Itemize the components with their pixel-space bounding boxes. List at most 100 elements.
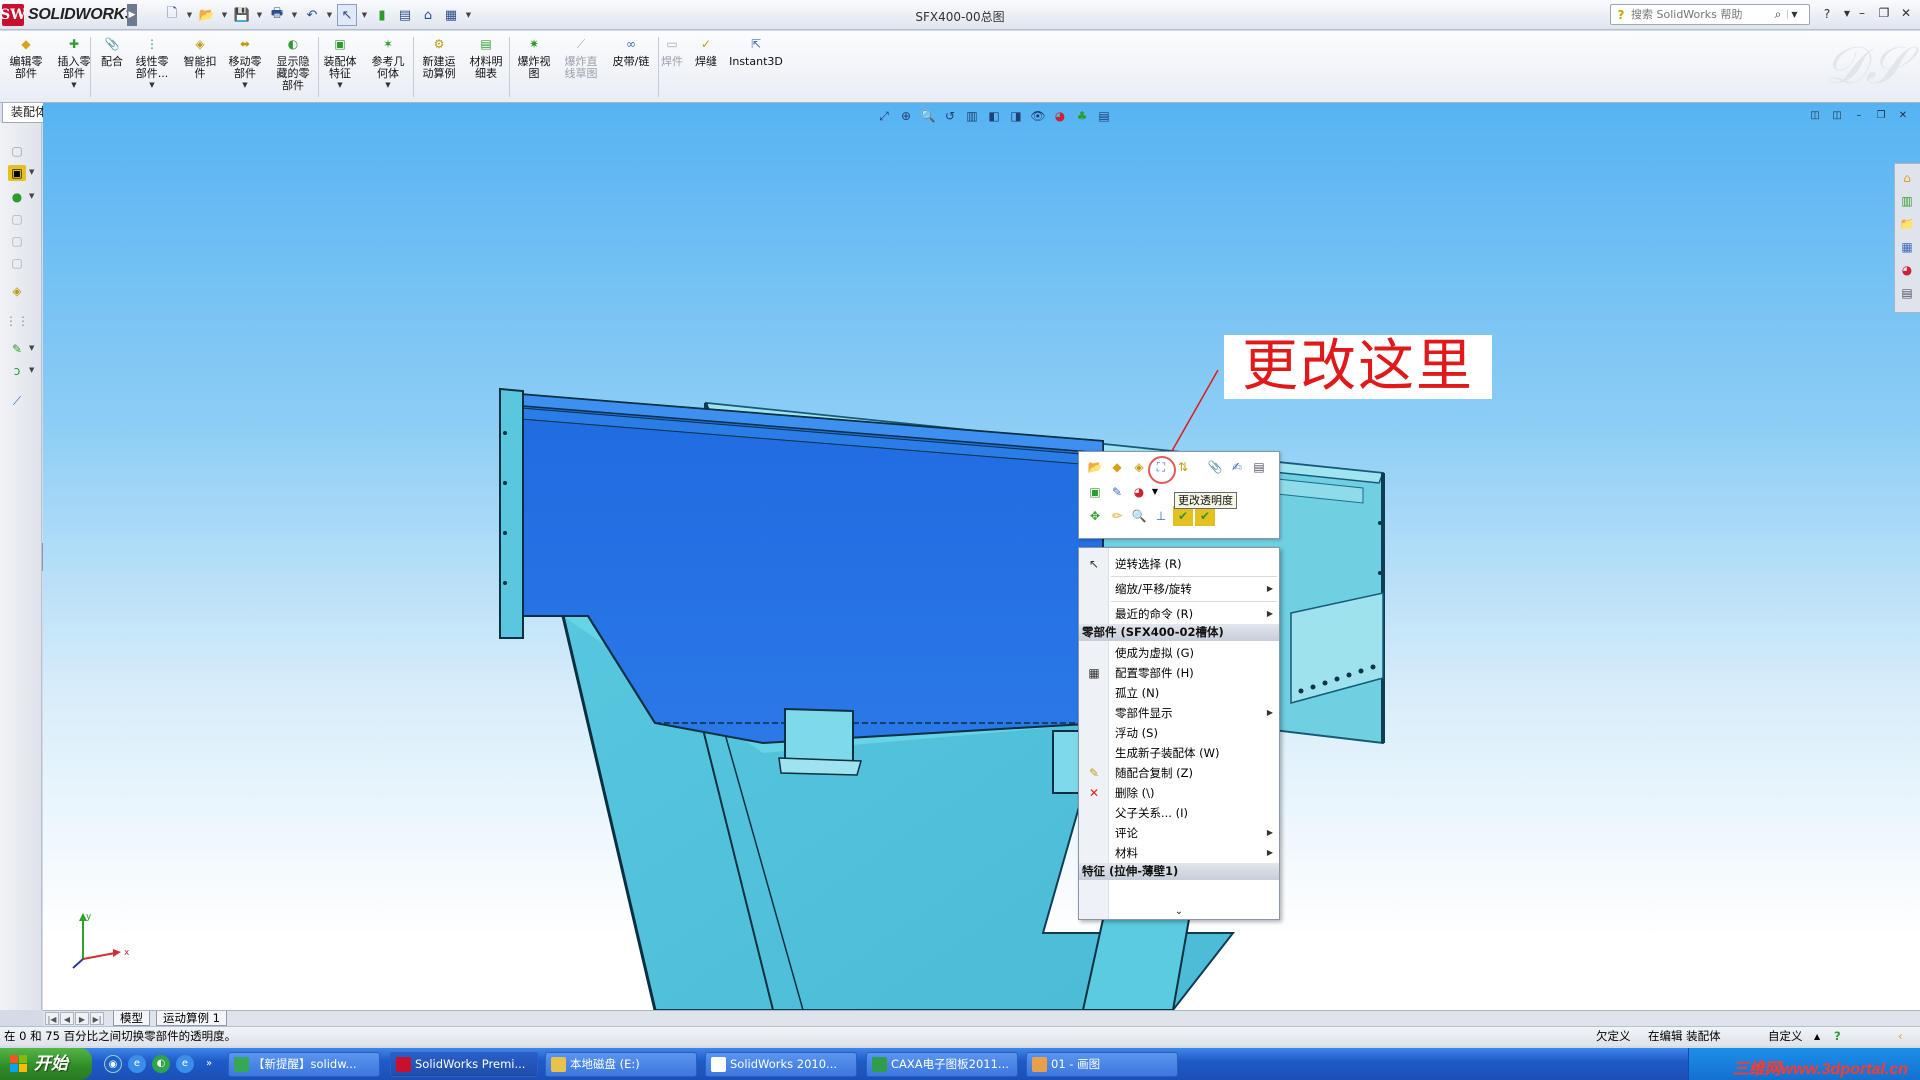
appearance-dropdown-icon[interactable]: ▼ bbox=[1145, 482, 1165, 502]
menu-item[interactable]: 父子关系... (I) bbox=[1079, 803, 1279, 823]
mate-tool-icon[interactable]: ● bbox=[8, 189, 26, 205]
mate-context-icon[interactable]: 📎 bbox=[1205, 457, 1225, 477]
open-part-icon[interactable]: 📂 bbox=[1085, 457, 1105, 477]
smart-mate-icon[interactable]: ✍ bbox=[1227, 457, 1247, 477]
cmd-explode-line-sketch-button[interactable]: ⟋ 爆炸直 线草图 bbox=[560, 35, 602, 101]
fix-component-icon[interactable]: ▣ bbox=[1085, 482, 1105, 502]
cmd-mate-button[interactable]: 📎 配合 bbox=[98, 35, 126, 101]
menu-item[interactable]: 零部件显示 ▶ bbox=[1079, 703, 1279, 723]
taskbar-item-0[interactable]: 【新提醒】solidw... bbox=[228, 1052, 380, 1077]
cmd-belt-chain-button[interactable]: ∞ 皮带/链 bbox=[608, 35, 654, 101]
view-palette-icon[interactable]: ▦ bbox=[1898, 238, 1916, 256]
tab-next-icon[interactable]: ▶ bbox=[75, 1012, 89, 1025]
pattern-tool-icon[interactable]: ⋮⋮ bbox=[5, 313, 29, 329]
menu-item[interactable]: 浮动 (S) bbox=[1079, 723, 1279, 743]
help-icon[interactable]: ? bbox=[1818, 5, 1836, 23]
cmd-weldment-button[interactable]: ▭ 焊件 bbox=[658, 35, 686, 101]
cmd-insert-component-button[interactable]: ✚ 插入零 部件 ▼ bbox=[54, 35, 94, 101]
edit-part-icon[interactable]: ◆ bbox=[1107, 457, 1127, 477]
menu-item[interactable]: 使成为虚拟 (G) bbox=[1079, 643, 1279, 663]
menu-item[interactable]: ✎ 随配合复制 (Z) bbox=[1079, 763, 1279, 783]
edit-sketch-icon[interactable]: ✎ bbox=[1107, 482, 1127, 502]
quicklaunch-icon-4[interactable]: e bbox=[176, 1055, 194, 1073]
start-button[interactable]: 开始 bbox=[0, 1048, 92, 1080]
move-tool-icon[interactable]: ◈ bbox=[8, 283, 26, 299]
quicklaunch-more-icon[interactable]: » bbox=[200, 1055, 218, 1073]
cmd-new-motion-study-button[interactable]: ⚙ 新建运 动算例 bbox=[418, 35, 460, 101]
cmd-exploded-view-button[interactable]: ✷ 爆炸视 图 bbox=[514, 35, 554, 101]
zoom-selection-icon[interactable]: 🔍 bbox=[1129, 506, 1149, 526]
cmd-linear-pattern-button[interactable]: ⋮ 线性零 部件... ▼ bbox=[130, 35, 174, 101]
cmd-show-hidden-button[interactable]: ◐ 显示隐 藏的零 部件 bbox=[272, 35, 314, 101]
reference-tool-icon[interactable]: ✎ bbox=[8, 341, 26, 357]
minimize-icon[interactable]: – bbox=[1852, 4, 1872, 22]
cmd-dropdown-icon[interactable]: ▼ bbox=[337, 81, 342, 89]
taskbar-item-4[interactable]: CAXA电子图板2011... bbox=[866, 1052, 1018, 1077]
help-search-input[interactable] bbox=[1631, 8, 1769, 21]
sketch-tool-icon[interactable]: ⟋ bbox=[8, 393, 26, 409]
menu-item[interactable]: 缩放/平移/旋转 ▶ bbox=[1079, 579, 1279, 599]
normal-to-icon[interactable]: ⊥ bbox=[1151, 506, 1171, 526]
menu-item[interactable]: ↖ 逆转选择 (R) bbox=[1079, 554, 1279, 574]
taskbar-item-5[interactable]: 01 - 画图 bbox=[1026, 1052, 1178, 1077]
solidworks-resources-icon[interactable]: ⌂ bbox=[1898, 169, 1916, 187]
menu-item[interactable]: 评论 ▶ bbox=[1079, 823, 1279, 843]
menu-expand-icon[interactable]: ⌄ bbox=[1079, 906, 1279, 917]
assembly-model[interactable] bbox=[43, 103, 1920, 1010]
restore-icon[interactable]: ❐ bbox=[1874, 4, 1894, 22]
cmd-bom-button[interactable]: ▤ 材料明 细表 bbox=[464, 35, 508, 101]
bottom-tab-0[interactable]: 模型 bbox=[113, 1011, 150, 1026]
taskbar-item-2[interactable]: 本地磁盘 (E:) bbox=[545, 1052, 697, 1077]
quicklaunch-icon-1[interactable]: ◉ bbox=[104, 1055, 122, 1073]
search-icon[interactable]: ⌕ bbox=[1769, 7, 1787, 22]
cmd-dropdown-icon[interactable]: ▼ bbox=[149, 81, 154, 89]
appearances-icon[interactable]: ◕ bbox=[1898, 261, 1916, 279]
cmd-dropdown-icon[interactable]: ▼ bbox=[71, 81, 76, 89]
curve-tool-icon[interactable]: ↄ bbox=[8, 363, 26, 379]
help-search-box[interactable]: ? ⌕ ▼ bbox=[1610, 4, 1810, 25]
cmd-weld-bead-button[interactable]: ✓ 焊缝 bbox=[692, 35, 720, 101]
file-explorer-icon[interactable]: 📁 bbox=[1898, 215, 1916, 233]
tab-prev-icon[interactable]: ◀ bbox=[60, 1012, 74, 1025]
menu-item[interactable]: 孤立 (N) bbox=[1079, 683, 1279, 703]
submenu-arrow-icon: ▶ bbox=[1266, 584, 1273, 593]
tab-last-icon[interactable]: ▶| bbox=[90, 1012, 104, 1025]
insert-part-icon[interactable]: ▣ bbox=[8, 165, 26, 181]
units-setting[interactable]: 自定义 bbox=[1768, 1027, 1803, 1046]
cmd-dropdown-icon[interactable]: ▼ bbox=[385, 81, 390, 89]
sketch-context-icon[interactable]: ✏ bbox=[1107, 506, 1127, 526]
cmd-edit-component-button[interactable]: ◆ 编辑零 部件 bbox=[6, 35, 46, 101]
menu-item[interactable]: ✕ 删除 (\) bbox=[1079, 783, 1279, 803]
properties-icon[interactable]: ▤ bbox=[1249, 457, 1269, 477]
taskbar-item-3[interactable]: SolidWorks 2010... bbox=[705, 1052, 857, 1077]
tab-first-icon[interactable]: |◀ bbox=[45, 1012, 59, 1025]
cmd-reference-geometry-button[interactable]: ✶ 参考几 何体 ▼ bbox=[367, 35, 409, 101]
show-mates-icon[interactable]: ✔ bbox=[1195, 506, 1215, 526]
cmd-smart-fastener-button[interactable]: ◈ 智能扣 件 bbox=[180, 35, 220, 101]
bottom-tab-1[interactable]: 运动算例 1 bbox=[156, 1011, 227, 1026]
custom-properties-icon[interactable]: ▤ bbox=[1898, 284, 1916, 302]
quicklaunch-icon-2[interactable]: e bbox=[128, 1055, 146, 1073]
status-expand-icon[interactable]: ‹ bbox=[1898, 1027, 1903, 1046]
graphics-area[interactable]: ⤢ ⊕ 🔍 ↺ ▥ ◧ ◨ 👁 ◕ ♣ ▤ ◫ ◫ – ❐ ✕ x y bbox=[43, 103, 1920, 1010]
hide-components-icon[interactable]: ⇅ bbox=[1173, 457, 1193, 477]
cmd-assembly-feature-button[interactable]: ▣ 装配体 特征 ▼ bbox=[320, 35, 360, 101]
cmd-instant3d-button[interactable]: ⇱ Instant3D bbox=[729, 35, 783, 101]
menu-item[interactable]: 材料 ▶ bbox=[1079, 843, 1279, 863]
cmd-dropdown-icon[interactable]: ▼ bbox=[242, 81, 247, 89]
close-icon[interactable]: ✕ bbox=[1896, 4, 1916, 22]
taskbar-item-1[interactable]: SolidWorks Premi... bbox=[390, 1052, 538, 1077]
select-tool-icon[interactable]: ✥ bbox=[1085, 506, 1105, 526]
menu-item[interactable]: 最近的命令 (R) ▶ bbox=[1079, 604, 1279, 624]
quicklaunch-icon-3[interactable]: ◐ bbox=[152, 1055, 170, 1073]
cmd-move-component-button[interactable]: ⬌ 移动零 部件 ▼ bbox=[225, 35, 265, 101]
menu-item[interactable]: 生成新子装配体 (W) bbox=[1079, 743, 1279, 763]
search-dropdown-icon[interactable]: ▼ bbox=[1787, 10, 1801, 19]
design-library-icon[interactable]: ▥ bbox=[1898, 192, 1916, 210]
mate-reference-icon[interactable]: ✔ bbox=[1173, 506, 1193, 526]
context-menu: ↖ 逆转选择 (R) 缩放/平移/旋转 ▶ 最近的命令 (R) ▶ 零部件 (SFX400-… bbox=[1078, 547, 1280, 920]
units-dropdown-icon[interactable]: ▲ bbox=[1814, 1027, 1820, 1046]
menu-item[interactable]: ▦ 配置零部件 (H) bbox=[1079, 663, 1279, 683]
edit-assembly-icon[interactable]: ◈ bbox=[1129, 457, 1149, 477]
status-help-icon[interactable]: ? bbox=[1834, 1027, 1841, 1046]
